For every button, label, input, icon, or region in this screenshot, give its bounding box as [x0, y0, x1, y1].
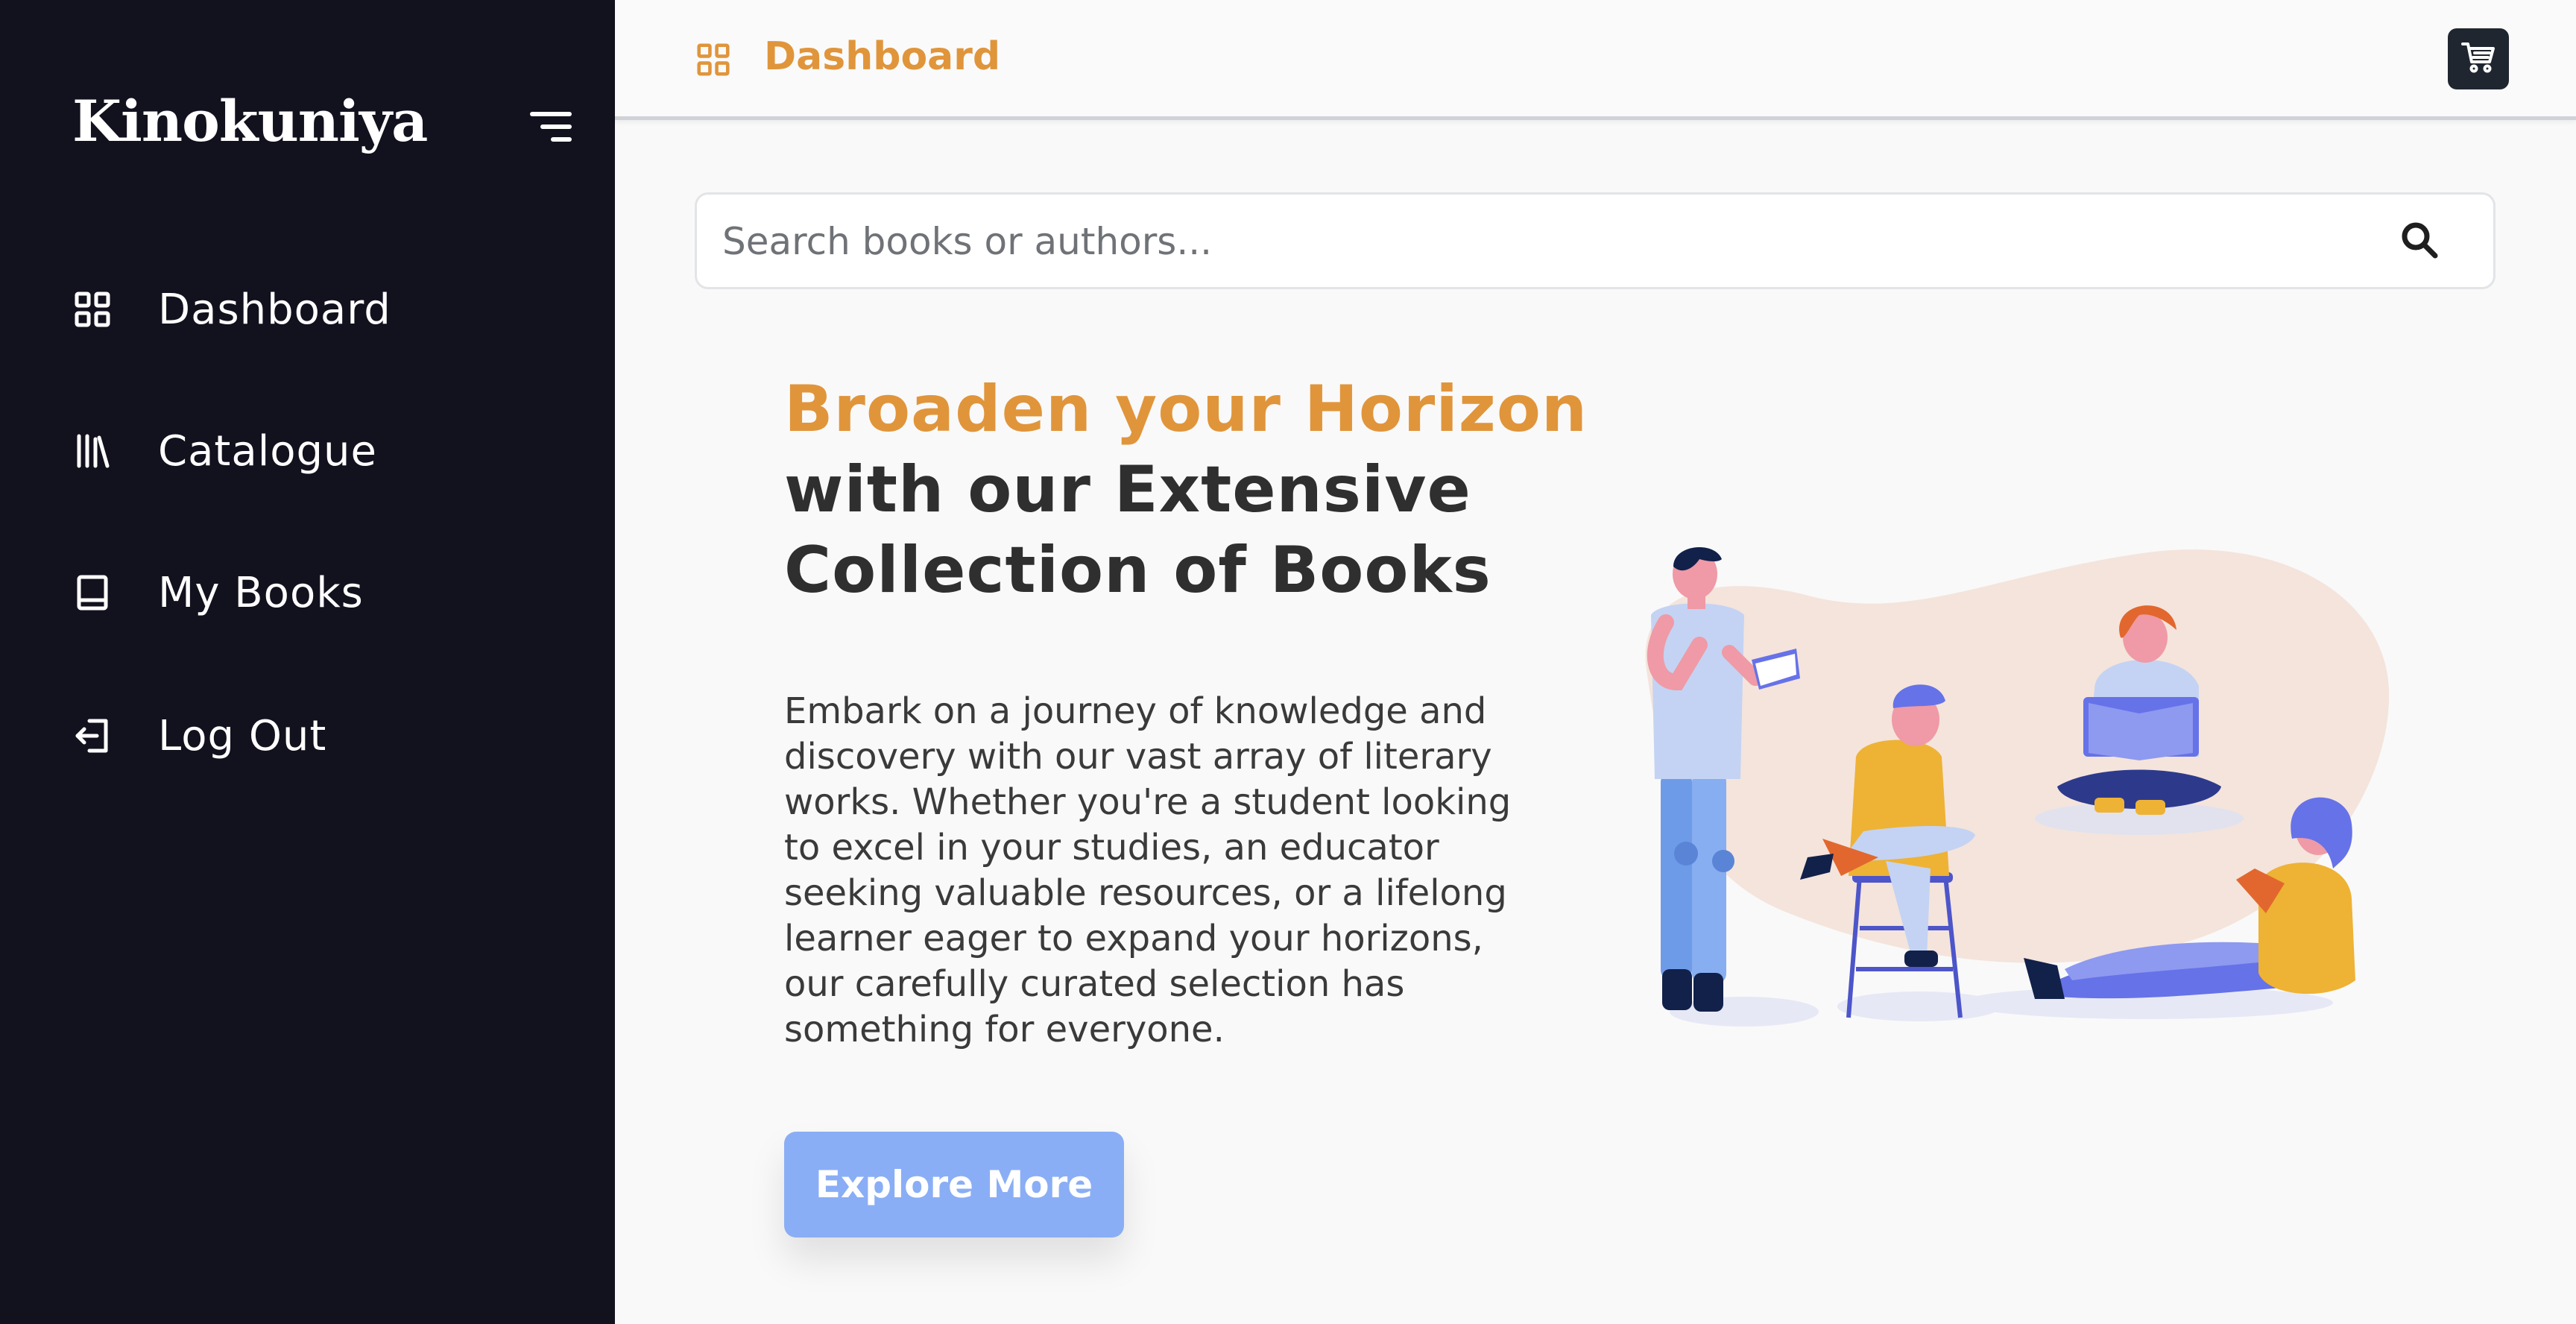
sidebar-item-log-out[interactable]: Log Out	[75, 702, 559, 769]
sidebar-item-catalogue[interactable]: Catalogue	[75, 417, 559, 485]
sidebar-item-label: Log Out	[158, 711, 327, 760]
logout-icon	[75, 715, 116, 757]
sidebar-item-label: Dashboard	[158, 285, 391, 334]
explore-more-button[interactable]: Explore More	[784, 1132, 1124, 1238]
reading-people-illustration	[1617, 540, 2415, 1036]
hero-title-rest: with our Extensive Collection of Books	[784, 453, 1491, 608]
menu-toggle-icon[interactable]	[530, 107, 575, 146]
hero-title-accent: Broaden your Horizon	[784, 372, 1588, 447]
top-header: Dashboard	[615, 0, 2576, 120]
search-input[interactable]	[721, 195, 2364, 289]
hero-description: Embark on a journey of knowledge and dis…	[784, 690, 1512, 1050]
cart-button[interactable]	[2448, 28, 2509, 89]
search-bar	[695, 192, 2496, 289]
cart-icon	[2461, 41, 2496, 77]
page-title: Dashboard	[764, 34, 1001, 79]
library-icon	[75, 430, 116, 472]
sidebar-item-label: Catalogue	[158, 426, 378, 476]
grid-icon	[75, 289, 116, 330]
brand-logo[interactable]: Kinokuniya	[72, 88, 428, 154]
sidebar-item-dashboard[interactable]: Dashboard	[75, 276, 559, 343]
sidebar-item-my-books[interactable]: My Books	[75, 559, 559, 626]
sidebar-item-label: My Books	[158, 568, 364, 617]
grid-icon	[697, 43, 730, 76]
sidebar: Kinokuniya Dashboard Catalogue My Books …	[0, 0, 615, 1324]
book-icon	[75, 572, 116, 614]
hero-title: Broaden your Horizon with our Extensive …	[784, 369, 1619, 611]
search-icon[interactable]	[2398, 218, 2443, 263]
